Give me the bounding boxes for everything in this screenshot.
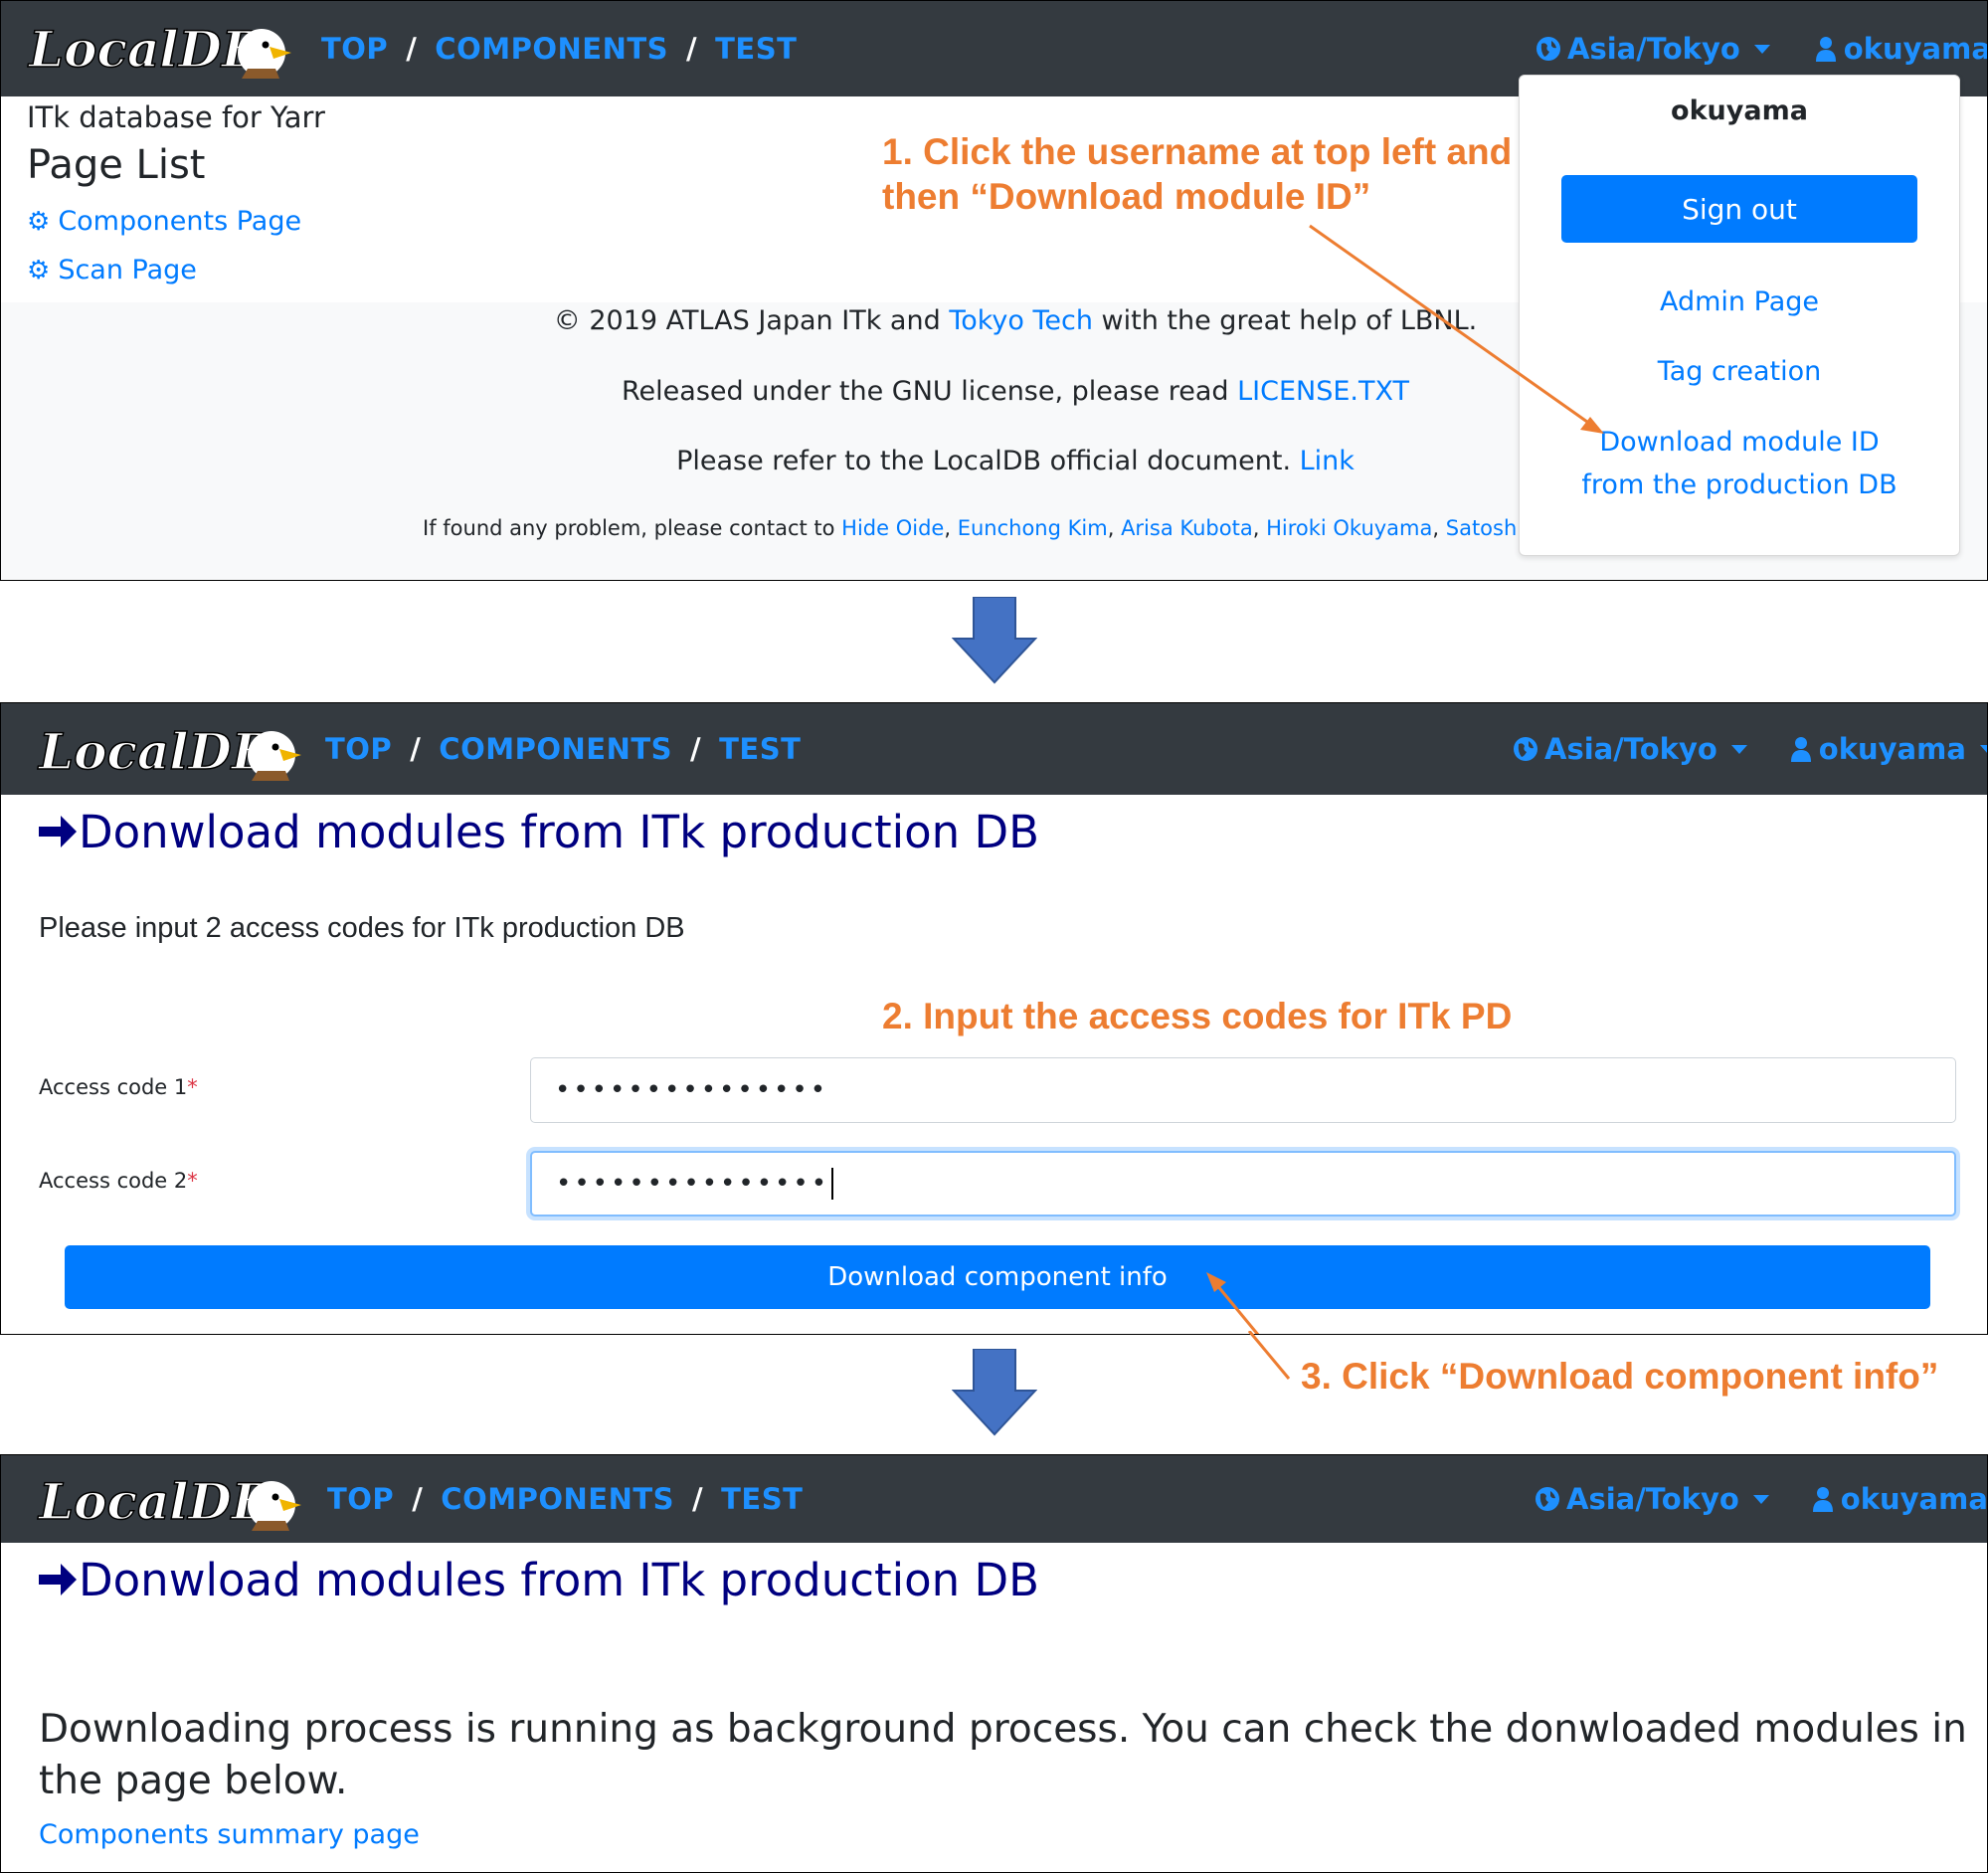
localdb-logo[interactable]: LocalDB	[37, 1465, 303, 1533]
screenshot-panel-access-codes: LocalDB TOP / COMPONENTS / TEST Asia/Tok…	[0, 702, 1988, 1335]
annotation-arrow-1	[1309, 224, 1604, 434]
username-label: okuyama	[1840, 1482, 1988, 1516]
annotation-step3: 3. Click “Download component info”	[1301, 1356, 1939, 1397]
screenshot-panel-page-list: LocalDB TOP / COMPONENTS / TEST Asia/Tok…	[0, 0, 1988, 581]
user-icon	[1812, 1487, 1833, 1512]
breadcrumb: TOP / COMPONENTS / TEST	[327, 1455, 803, 1543]
navbar-right: Asia/Tokyo okuyama	[1535, 1455, 1988, 1543]
user-dropdown[interactable]: okuyama	[1812, 1482, 1988, 1516]
breadcrumb-top[interactable]: TOP	[327, 1482, 394, 1516]
breadcrumb-separator: /	[692, 1482, 704, 1516]
screenshot-panel-download-running: LocalDB TOP / COMPONENTS / TEST Asia/Tok…	[0, 1454, 1988, 1873]
components-summary-link[interactable]: Components summary page	[39, 1819, 420, 1850]
breadcrumb-separator: /	[412, 1482, 424, 1516]
annotation-arrow-3	[1206, 1272, 1260, 1334]
timezone-dropdown[interactable]: Asia/Tokyo	[1535, 1482, 1769, 1516]
status-message: Downloading process is running as backgr…	[39, 1707, 1967, 1803]
timezone-label: Asia/Tokyo	[1566, 1482, 1739, 1516]
navbar: LocalDB TOP / COMPONENTS / TEST Asia/Tok…	[1, 1455, 1987, 1543]
breadcrumb-test[interactable]: TEST	[721, 1482, 803, 1516]
page-heading: Donwload modules from ITk production DB	[37, 1549, 1039, 1610]
down-arrow-icon	[952, 1349, 1037, 1436]
caret-down-icon	[1752, 1494, 1769, 1504]
right-arrow-icon	[39, 1564, 77, 1595]
globe-icon	[1536, 1487, 1559, 1511]
svg-text:LocalDB: LocalDB	[37, 1472, 273, 1531]
breadcrumb-components[interactable]: COMPONENTS	[441, 1482, 674, 1516]
annotation-arrow-3-tail	[1247, 1331, 1291, 1380]
down-arrow-icon	[952, 597, 1037, 684]
